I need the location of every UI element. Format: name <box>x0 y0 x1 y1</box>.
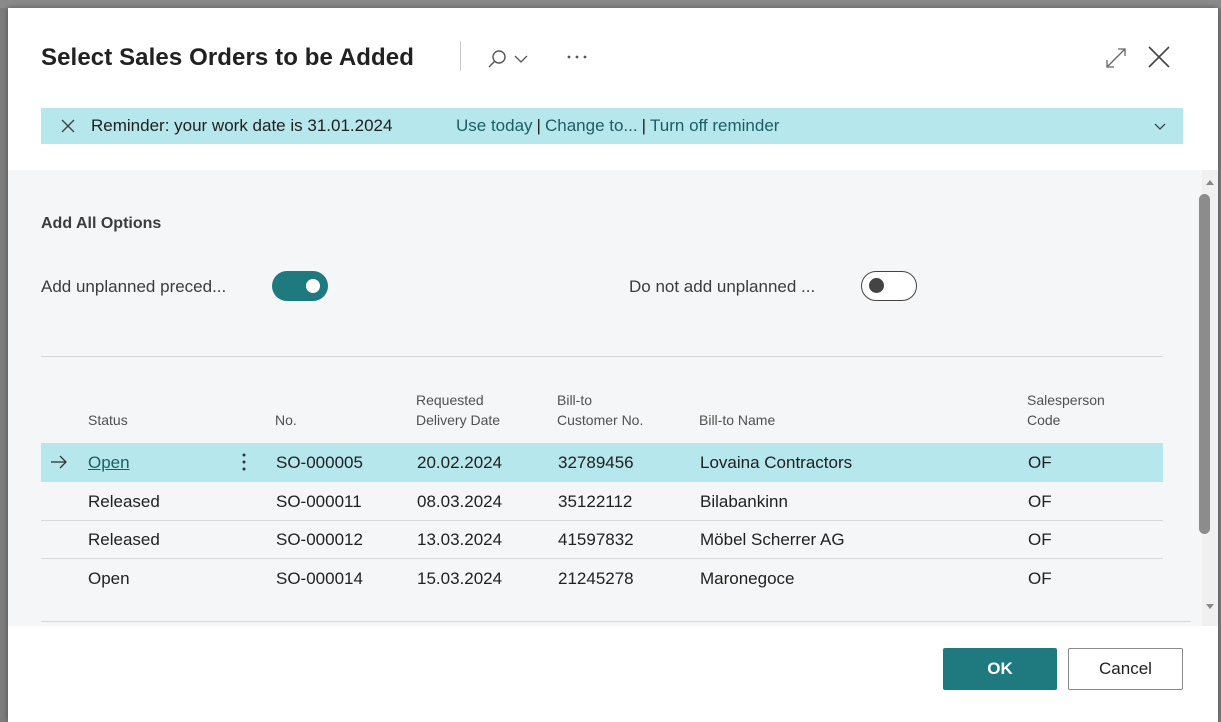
column-header-requested-delivery-date[interactable]: Requested Delivery Date <box>416 390 500 430</box>
column-header-bill-to-name[interactable]: Bill-to Name <box>699 410 775 430</box>
column-header-status[interactable]: Status <box>88 410 128 430</box>
scrollbar-thumb[interactable] <box>1199 194 1210 534</box>
scroll-up-icon[interactable] <box>1202 176 1218 188</box>
header-line: Customer No. <box>557 412 644 428</box>
scroll-down-icon[interactable] <box>1202 601 1218 613</box>
header-line: Requested <box>416 392 484 408</box>
customer-no-cell: 21245278 <box>558 569 634 588</box>
name-cell: Bilabankinn <box>700 492 788 511</box>
salesperson-cell: OF <box>1028 569 1052 588</box>
do-not-add-unplanned-toggle[interactable] <box>861 271 917 301</box>
more-options-button[interactable] <box>564 46 590 68</box>
toggle-knob <box>869 278 884 293</box>
no-cell: SO-000012 <box>276 530 363 549</box>
dialog-title: Select Sales Orders to be Added <box>41 44 415 71</box>
arrow-right-icon <box>51 455 67 469</box>
reminder-text: Reminder: your work date is 31.01.2024 <box>91 116 393 135</box>
turn-off-reminder-link[interactable]: Turn off reminder <box>650 116 779 135</box>
close-icon <box>1148 46 1170 68</box>
add-all-options-title: Add All Options <box>41 215 162 232</box>
close-icon <box>61 119 75 133</box>
no-cell: SO-000005 <box>276 453 363 472</box>
use-today-link[interactable]: Use today <box>456 116 533 135</box>
reminder-actions: Use today | Change to... | Turn off reminder <box>456 116 779 136</box>
date-cell: 08.03.2024 <box>417 492 503 511</box>
content-divider <box>41 621 1191 622</box>
salesperson-cell: OF <box>1028 453 1052 472</box>
do-not-add-unplanned-label: Do not add unplanned ... <box>629 277 816 296</box>
name-cell: Möbel Scherrer AG <box>700 530 845 549</box>
title-separator <box>460 41 461 71</box>
date-cell: 15.03.2024 <box>417 569 503 588</box>
add-unplanned-toggle[interactable] <box>272 271 328 301</box>
customer-no-cell: 35122112 <box>558 492 633 511</box>
cancel-button[interactable]: Cancel <box>1068 648 1183 690</box>
dismiss-reminder-button[interactable] <box>59 117 77 135</box>
backdrop <box>0 0 1221 8</box>
column-header-salesperson-code[interactable]: Salesperson Code <box>1027 390 1105 430</box>
status-cell[interactable]: Open <box>88 453 130 473</box>
chevron-down-icon <box>1154 123 1166 130</box>
table-row[interactable]: Open SO-000014 15.03.2024 21245278 Maron… <box>41 559 1163 597</box>
chevron-down-icon <box>514 55 528 63</box>
grid-divider <box>41 356 1163 357</box>
salesperson-cell: OF <box>1028 492 1052 511</box>
header-line: Code <box>1027 412 1061 428</box>
table-row[interactable]: Released SO-000011 08.03.2024 35122112 B… <box>41 482 1163 521</box>
status-cell: Open <box>88 569 130 588</box>
salesperson-cell: OF <box>1028 530 1052 549</box>
table-row[interactable]: Open SO-000005 20.02.2024 32789456 Lovai… <box>41 443 1163 482</box>
column-header-no[interactable]: No. <box>275 410 297 430</box>
search-button[interactable] <box>486 48 536 70</box>
change-to-link[interactable]: Change to... <box>545 116 638 135</box>
add-unplanned-label: Add unplanned preced... <box>41 277 227 296</box>
status-cell: Released <box>88 530 160 549</box>
no-cell: SO-000014 <box>276 569 363 588</box>
header-line: Bill-to <box>557 392 593 408</box>
date-cell: 20.02.2024 <box>417 453 503 472</box>
table-row[interactable]: Released SO-000012 13.03.2024 41597832 M… <box>41 520 1163 559</box>
work-date-reminder-banner: Reminder: your work date is 31.01.2024 U… <box>41 108 1183 144</box>
expand-banner-button[interactable] <box>1153 119 1167 133</box>
customer-no-cell: 41597832 <box>558 530 634 549</box>
no-cell: SO-000011 <box>276 492 362 511</box>
expand-icon <box>1106 48 1126 68</box>
search-icon <box>488 50 506 68</box>
dialog-content: Add All Options Add unplanned preced... … <box>8 170 1202 626</box>
close-button[interactable] <box>1144 44 1174 72</box>
header-line: Salesperson <box>1027 392 1105 408</box>
select-sales-orders-dialog: Select Sales Orders to be Added Reminder… <box>8 8 1218 722</box>
header-line: Delivery Date <box>416 412 501 428</box>
customer-no-cell: 32789456 <box>558 453 634 472</box>
expand-button[interactable] <box>1104 46 1128 70</box>
row-actions-icon[interactable] <box>240 451 248 473</box>
separator: | <box>536 116 541 135</box>
column-header-bill-to-customer-no[interactable]: Bill-to Customer No. <box>557 390 643 430</box>
status-cell: Released <box>88 492 160 511</box>
dialog-header: Select Sales Orders to be Added <box>8 8 1218 100</box>
separator: | <box>641 116 647 135</box>
name-cell: Maronegoce <box>700 569 795 588</box>
name-cell: Lovaina Contractors <box>700 453 853 472</box>
more-icon <box>567 55 587 59</box>
ok-button[interactable]: OK <box>943 648 1057 690</box>
date-cell: 13.03.2024 <box>417 530 503 549</box>
toggle-knob <box>306 279 320 293</box>
